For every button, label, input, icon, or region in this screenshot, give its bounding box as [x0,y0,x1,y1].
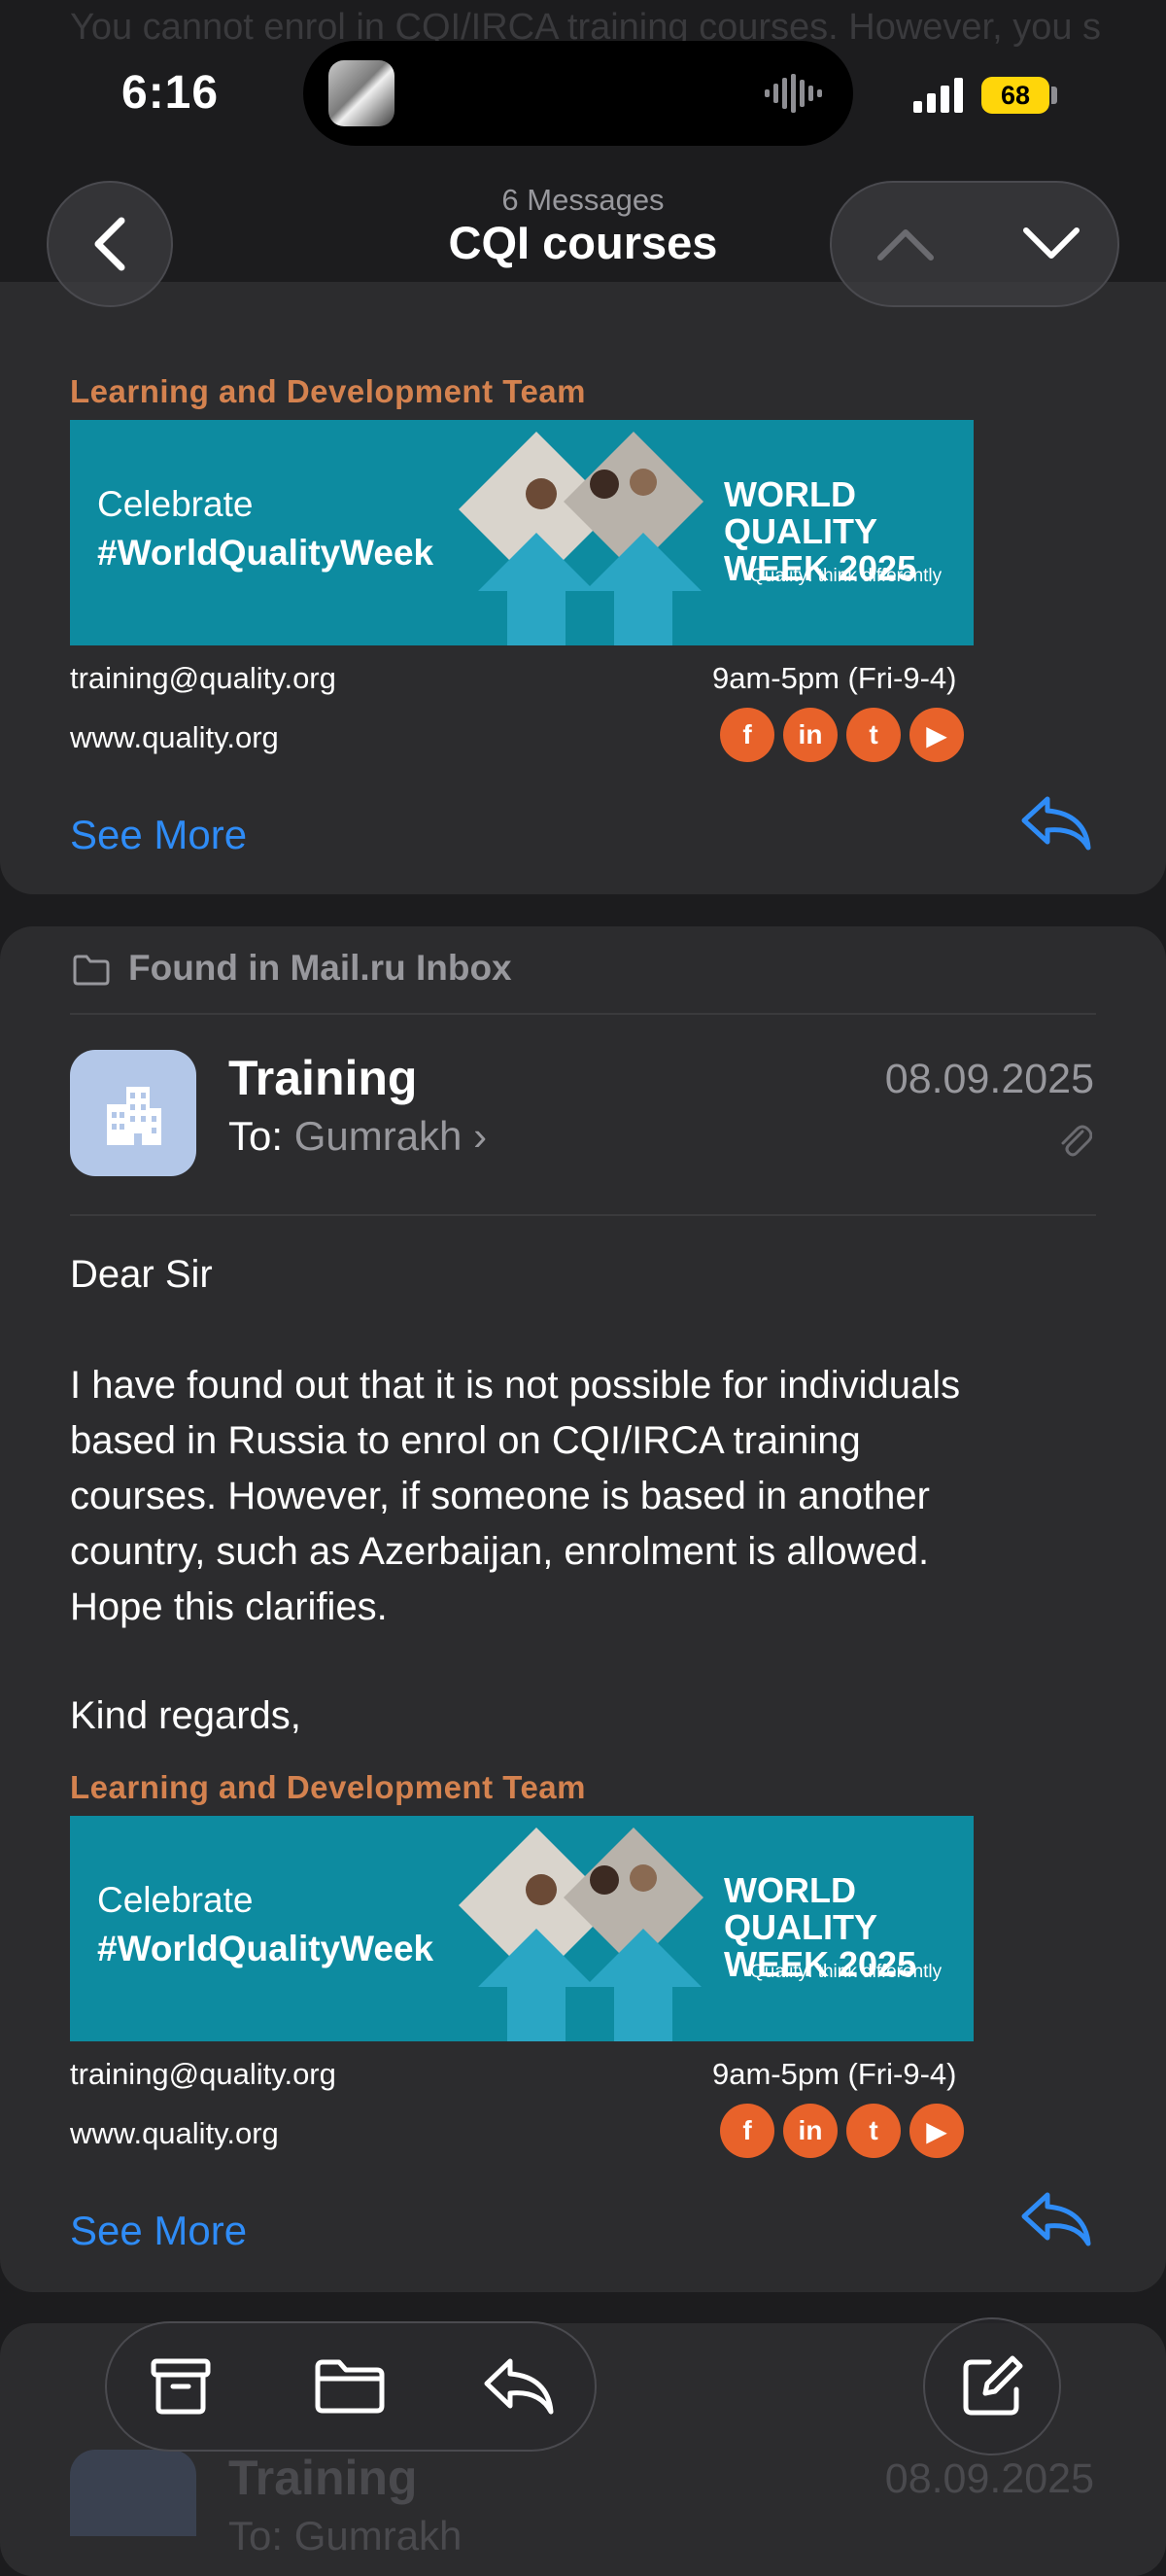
paperclip-icon[interactable] [1057,1120,1092,1159]
reply-icon [484,2358,554,2415]
chevron-down-icon [1023,227,1080,259]
message-date: 08.09.2025 [884,1056,1094,1102]
reply-button[interactable] [470,2338,567,2435]
banner-tagline: Quality: think differently [750,566,943,586]
folder-icon [315,2359,385,2414]
next-message-button[interactable] [1001,200,1102,288]
youtube-icon[interactable]: ▶ [909,708,964,762]
chevron-left-icon [94,217,125,271]
message-greeting: Dear Sir [70,1253,213,1296]
archive-icon [151,2358,211,2415]
banner-hashtag: #WorldQualityWeek [97,1929,434,1968]
banner-photo-diamonds [459,1828,703,2041]
signature-website[interactable]: www.quality.org [70,2116,279,2151]
paragraph-line: courses. However, if someone is based in… [70,1475,930,1517]
sender-name[interactable]: Training [228,1050,417,1106]
twitter-icon[interactable]: t [846,2104,901,2158]
mailbox-note: Found in Mail.ru Inbox [128,948,512,988]
compose-button[interactable] [923,2317,1061,2455]
folder-icon [73,955,110,986]
linkedin-icon[interactable]: in [783,2104,838,2158]
signature-website[interactable]: www.quality.org [70,720,279,755]
to-label: To: [228,1113,284,1159]
message-paragraph: I have found out that it is not possible… [70,1358,1100,1635]
move-to-folder-button[interactable] [301,2338,398,2435]
see-more-link[interactable]: See More [70,812,247,858]
status-time: 6:16 [121,67,220,119]
chevron-right-icon: › [473,1113,488,1159]
recipient-row[interactable]: To: Gumrakh › [228,1113,487,1160]
previous-message-button[interactable] [855,200,956,288]
banner-celebrate: Celebrate [97,1880,254,1920]
compose-icon [963,2355,1023,2416]
recipient-row: To: Gumrakh [228,2513,462,2559]
signature-hours: 9am-5pm (Fri-9-4) [712,2057,957,2091]
banner-celebrate: Celebrate [97,484,254,524]
reply-icon[interactable] [1020,2191,1092,2247]
twitter-icon[interactable]: t [846,708,901,762]
message-date: 08.09.2025 [884,2455,1094,2502]
paragraph-line: based in Russia to enrol on CQI/IRCA tra… [70,1419,861,1462]
back-button[interactable] [47,181,173,307]
linkedin-icon[interactable]: in [783,708,838,762]
battery-indicator: 68 [981,77,1049,114]
battery-cap [1051,87,1057,104]
audio-wave-icon [765,74,822,113]
see-more-link[interactable]: See More [70,2208,247,2254]
sender-name: Training [228,2451,418,2505]
banner-hashtag: #WorldQualityWeek [97,533,434,573]
signature-hours: 9am-5pm (Fri-9-4) [712,661,957,695]
paragraph-line: country, such as Azerbaijan, enrolment i… [70,1530,930,1573]
building-icon [107,1087,161,1145]
signature-email[interactable]: training@quality.org [70,661,336,696]
divider [70,1013,1096,1015]
world-quality-week-banner[interactable]: Celebrate #WorldQualityWeek WORLD QUALITY… [70,420,974,645]
divider [70,1214,1096,1216]
message-count: 6 Messages [501,183,665,217]
chevron-up-icon [877,229,934,261]
banner-tagline: Quality: think differently [750,1962,943,1982]
reply-icon[interactable] [1020,795,1092,852]
signature-email[interactable]: training@quality.org [70,2057,336,2092]
message-closing: Kind regards, [70,1694,301,1737]
thread-title: CQI courses [448,217,718,268]
facebook-icon[interactable]: f [720,708,774,762]
sender-avatar[interactable] [70,1050,196,1176]
signature-team: Learning and Development Team [70,1769,586,1805]
youtube-icon[interactable]: ▶ [909,2104,964,2158]
signature-team: Learning and Development Team [70,373,586,409]
world-quality-week-banner[interactable]: Celebrate #WorldQualityWeek WORLD QUALITY… [70,1816,974,2041]
cellular-signal-icon [913,78,963,113]
banner-photo-diamonds [459,432,703,645]
paragraph-line: I have found out that it is not possible… [70,1364,961,1407]
recipient-name: Gumrakh [293,1113,463,1159]
facebook-icon[interactable]: f [720,2104,774,2158]
paragraph-line: Hope this clarifies. [70,1585,388,1628]
now-playing-artwork [328,60,394,126]
archive-button[interactable] [132,2338,229,2435]
sender-avatar [70,2450,196,2536]
